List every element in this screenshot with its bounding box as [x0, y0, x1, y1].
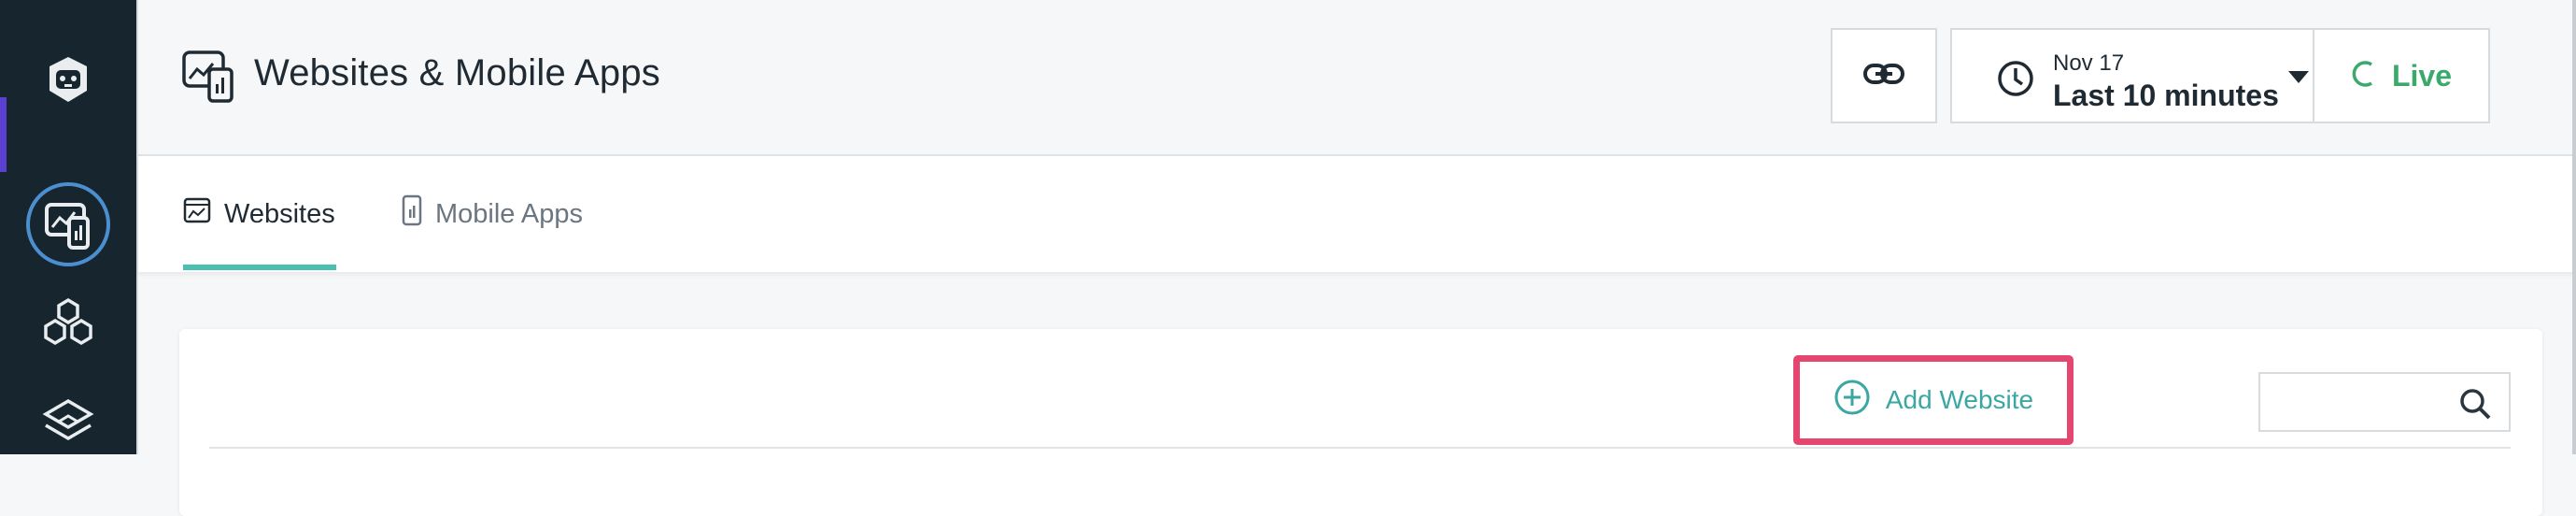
- chevron-down-icon: [2288, 71, 2309, 89]
- refresh-spinner-icon: [2351, 59, 2379, 93]
- websites-mobile-apps-icon: [41, 197, 95, 251]
- time-range-picker[interactable]: Nov 17 Last 10 minutes: [1950, 28, 2314, 123]
- active-tab-indicator: [183, 265, 336, 270]
- search-field[interactable]: [2258, 372, 2511, 432]
- website-chart-icon: [183, 196, 211, 232]
- sidebar-item-websites-mobile-apps[interactable]: [0, 181, 136, 267]
- page-header: Websites & Mobile Apps Nov 17 Last 10 mi…: [138, 0, 2576, 156]
- link-icon: [1862, 61, 1905, 92]
- time-date: Nov 17: [2053, 50, 2125, 76]
- table-header-divider: [209, 447, 2511, 449]
- tab-bar: Websites Mobile Apps: [138, 156, 2576, 272]
- search-input[interactable]: [2273, 385, 2455, 423]
- live-toggle-button[interactable]: Live: [2313, 28, 2490, 123]
- clock-icon: [1997, 60, 2034, 102]
- sidebar-item-infrastructure[interactable]: [0, 290, 136, 355]
- tab-websites-label: Websites: [224, 198, 335, 229]
- window-edge: [2572, 0, 2576, 454]
- mobile-app-icon: [402, 194, 422, 234]
- websites-card: [179, 329, 2542, 516]
- live-label: Live: [2391, 58, 2453, 93]
- sidebar-item-home[interactable]: [0, 47, 136, 112]
- robot-logo-icon: [42, 53, 94, 106]
- sidebar-active-ring: [26, 182, 110, 266]
- sidebar: [0, 0, 136, 454]
- add-website-label: Add Website: [1885, 385, 2034, 414]
- plus-circle-icon: [1833, 379, 1871, 423]
- tab-mobile-apps[interactable]: Mobile Apps: [402, 156, 583, 272]
- infrastructure-icon: [38, 294, 98, 351]
- copy-link-button[interactable]: [1831, 28, 1937, 123]
- platform-layers-icon: [38, 397, 98, 453]
- websites-mobile-apps-icon: [181, 47, 235, 109]
- tab-websites[interactable]: Websites: [183, 156, 335, 272]
- search-icon[interactable]: [2458, 387, 2492, 425]
- page-title: Websites & Mobile Apps: [254, 52, 660, 93]
- tab-mobile-apps-label: Mobile Apps: [435, 198, 583, 229]
- time-range-label: Last 10 minutes: [2053, 79, 2279, 112]
- sidebar-item-platform[interactable]: [0, 393, 136, 458]
- add-website-button[interactable]: Add Website: [1808, 370, 2059, 430]
